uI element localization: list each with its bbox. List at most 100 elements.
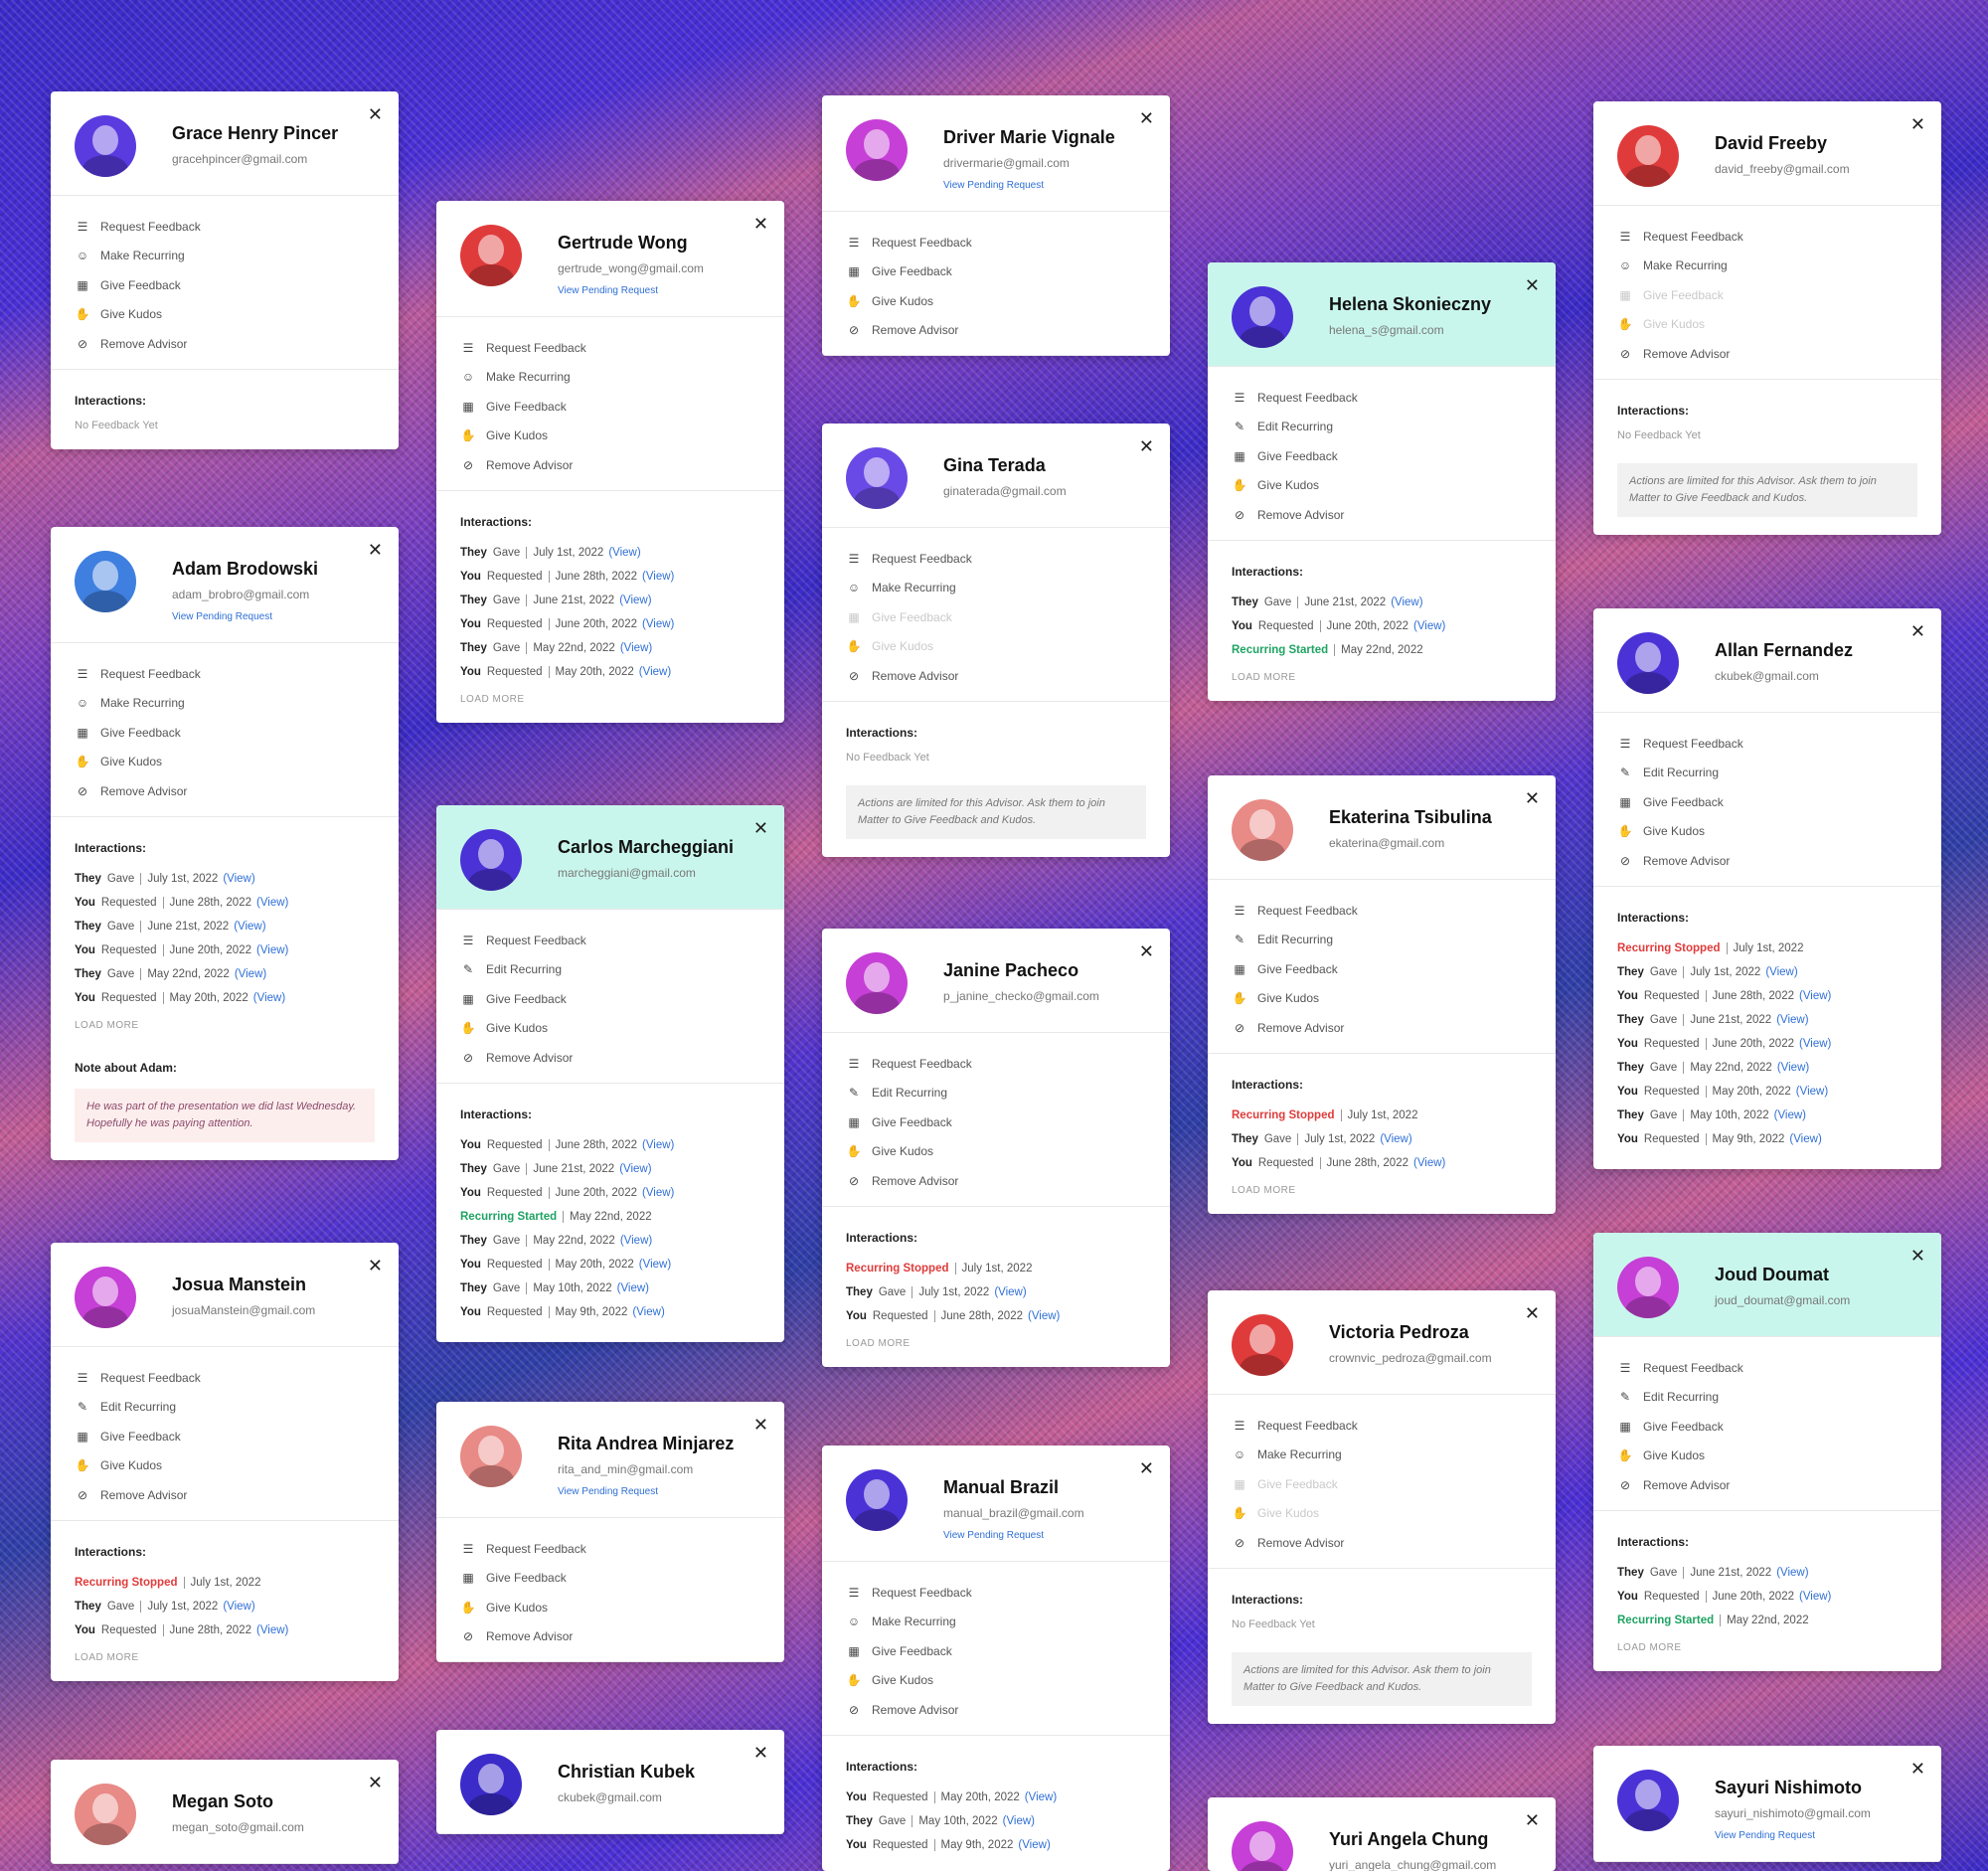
view-link[interactable]: (View)	[639, 1259, 671, 1271]
view-link[interactable]: (View)	[1018, 1839, 1050, 1851]
action-remove-advisor[interactable]: ⊘ Remove Advisor	[846, 1695, 1146, 1725]
action-request-feedback[interactable]: ☰ Request Feedback	[846, 1049, 1146, 1079]
close-icon[interactable]: ✕	[1525, 1811, 1540, 1829]
action-request-feedback[interactable]: ☰ Request Feedback	[75, 659, 375, 689]
action-give-kudos[interactable]: ✋ Give Kudos	[1617, 817, 1917, 847]
action-give-feedback[interactable]: ▦ Give Feedback	[460, 1564, 760, 1594]
view-link[interactable]: (View)	[608, 547, 640, 559]
view-link[interactable]: (View)	[619, 595, 651, 606]
action-remove-advisor[interactable]: ⊘ Remove Advisor	[1617, 846, 1917, 876]
view-link[interactable]: (View)	[620, 1235, 652, 1247]
view-link[interactable]: (View)	[1025, 1791, 1057, 1803]
action-edit-recurring[interactable]: ✎ Edit Recurring	[1617, 759, 1917, 788]
view-link[interactable]: (View)	[1776, 1014, 1808, 1026]
view-link[interactable]: (View)	[1380, 1133, 1411, 1145]
close-icon[interactable]: ✕	[1910, 1760, 1925, 1778]
action-request-feedback[interactable]: ☰ Request Feedback	[460, 926, 760, 955]
view-pending-request-link[interactable]: View Pending Request	[558, 285, 760, 296]
action-give-kudos[interactable]: ✋ Give Kudos	[460, 1593, 760, 1622]
action-remove-advisor[interactable]: ⊘ Remove Advisor	[1232, 1013, 1532, 1043]
action-remove-advisor[interactable]: ⊘ Remove Advisor	[75, 329, 375, 359]
view-link[interactable]: (View)	[253, 992, 285, 1004]
action-give-feedback[interactable]: ▦ Give Feedback	[1617, 787, 1917, 817]
view-link[interactable]: (View)	[632, 1306, 664, 1318]
action-request-feedback[interactable]: ☰ Request Feedback	[846, 544, 1146, 574]
close-icon[interactable]: ✕	[1139, 109, 1154, 127]
action-give-feedback[interactable]: ▦ Give Feedback	[75, 270, 375, 300]
action-give-kudos[interactable]: ✋ Give Kudos	[1617, 1442, 1917, 1471]
action-make-recurring[interactable]: ☺ Make Recurring	[1617, 252, 1917, 281]
view-link[interactable]: (View)	[1796, 1086, 1828, 1098]
close-icon[interactable]: ✕	[368, 541, 383, 559]
action-give-kudos[interactable]: ✋ Give Kudos	[460, 422, 760, 451]
action-edit-recurring[interactable]: ✎ Edit Recurring	[460, 955, 760, 985]
close-icon[interactable]: ✕	[753, 819, 768, 837]
action-request-feedback[interactable]: ☰ Request Feedback	[1232, 896, 1532, 926]
close-icon[interactable]: ✕	[368, 105, 383, 123]
view-pending-request-link[interactable]: View Pending Request	[558, 1486, 760, 1497]
close-icon[interactable]: ✕	[1910, 622, 1925, 640]
close-icon[interactable]: ✕	[1525, 789, 1540, 807]
action-give-feedback[interactable]: ▦ Give Feedback	[460, 392, 760, 422]
action-remove-advisor[interactable]: ⊘ Remove Advisor	[846, 1166, 1146, 1196]
action-make-recurring[interactable]: ☺ Make Recurring	[846, 574, 1146, 603]
action-give-kudos[interactable]: ✋ Give Kudos	[846, 286, 1146, 316]
close-icon[interactable]: ✕	[753, 1416, 768, 1434]
action-remove-advisor[interactable]: ⊘ Remove Advisor	[75, 776, 375, 806]
action-remove-advisor[interactable]: ⊘ Remove Advisor	[1232, 500, 1532, 530]
view-link[interactable]: (View)	[994, 1286, 1026, 1298]
action-give-feedback[interactable]: ▦ Give Feedback	[1232, 441, 1532, 471]
action-request-feedback[interactable]: ☰ Request Feedback	[1617, 1353, 1917, 1383]
close-icon[interactable]: ✕	[753, 1744, 768, 1762]
load-more-button[interactable]: LOAD MORE	[460, 694, 760, 705]
action-remove-advisor[interactable]: ⊘ Remove Advisor	[846, 661, 1146, 691]
action-remove-advisor[interactable]: ⊘ Remove Advisor	[846, 316, 1146, 346]
action-give-feedback[interactable]: ▦ Give Feedback	[75, 718, 375, 748]
close-icon[interactable]: ✕	[1139, 1459, 1154, 1477]
view-link[interactable]: (View)	[642, 1139, 674, 1151]
action-remove-advisor[interactable]: ⊘ Remove Advisor	[460, 450, 760, 480]
action-give-feedback[interactable]: ▦ Give Feedback	[460, 984, 760, 1014]
view-link[interactable]: (View)	[256, 897, 288, 909]
view-link[interactable]: (View)	[620, 642, 652, 654]
action-edit-recurring[interactable]: ✎ Edit Recurring	[1232, 926, 1532, 955]
action-give-kudos[interactable]: ✋ Give Kudos	[846, 1666, 1146, 1696]
view-pending-request-link[interactable]: View Pending Request	[943, 180, 1146, 191]
load-more-button[interactable]: LOAD MORE	[1617, 1642, 1917, 1653]
action-make-recurring[interactable]: ☺ Make Recurring	[846, 1608, 1146, 1637]
action-edit-recurring[interactable]: ✎ Edit Recurring	[75, 1393, 375, 1423]
view-link[interactable]: (View)	[1776, 1567, 1808, 1579]
view-link[interactable]: (View)	[235, 968, 266, 980]
action-request-feedback[interactable]: ☰ Request Feedback	[1617, 729, 1917, 759]
view-link[interactable]: (View)	[1003, 1815, 1035, 1827]
load-more-button[interactable]: LOAD MORE	[75, 1652, 375, 1663]
action-give-kudos[interactable]: ✋ Give Kudos	[1232, 984, 1532, 1014]
action-request-feedback[interactable]: ☰ Request Feedback	[75, 1363, 375, 1393]
action-make-recurring[interactable]: ☺ Make Recurring	[460, 363, 760, 393]
action-remove-advisor[interactable]: ⊘ Remove Advisor	[460, 1622, 760, 1652]
action-remove-advisor[interactable]: ⊘ Remove Advisor	[75, 1480, 375, 1510]
close-icon[interactable]: ✕	[1525, 276, 1540, 294]
view-link[interactable]: (View)	[223, 1601, 254, 1613]
load-more-button[interactable]: LOAD MORE	[75, 1020, 375, 1031]
view-link[interactable]: (View)	[642, 618, 674, 630]
view-link[interactable]: (View)	[642, 571, 674, 583]
view-link[interactable]: (View)	[1799, 1591, 1831, 1603]
view-link[interactable]: (View)	[617, 1282, 649, 1294]
view-link[interactable]: (View)	[1028, 1310, 1060, 1322]
view-link[interactable]: (View)	[1777, 1062, 1809, 1074]
view-link[interactable]: (View)	[1799, 1038, 1831, 1050]
view-link[interactable]: (View)	[639, 666, 671, 678]
view-link[interactable]: (View)	[1765, 966, 1797, 978]
view-pending-request-link[interactable]: View Pending Request	[1715, 1830, 1917, 1841]
load-more-button[interactable]: LOAD MORE	[846, 1338, 1146, 1349]
action-request-feedback[interactable]: ☰ Request Feedback	[75, 212, 375, 242]
action-request-feedback[interactable]: ☰ Request Feedback	[1617, 222, 1917, 252]
action-request-feedback[interactable]: ☰ Request Feedback	[1232, 383, 1532, 413]
action-give-feedback[interactable]: ▦ Give Feedback	[846, 1107, 1146, 1137]
action-edit-recurring[interactable]: ✎ Edit Recurring	[846, 1079, 1146, 1108]
view-link[interactable]: (View)	[1413, 620, 1445, 632]
close-icon[interactable]: ✕	[1910, 115, 1925, 133]
view-link[interactable]: (View)	[256, 1624, 288, 1636]
action-request-feedback[interactable]: ☰ Request Feedback	[846, 228, 1146, 257]
